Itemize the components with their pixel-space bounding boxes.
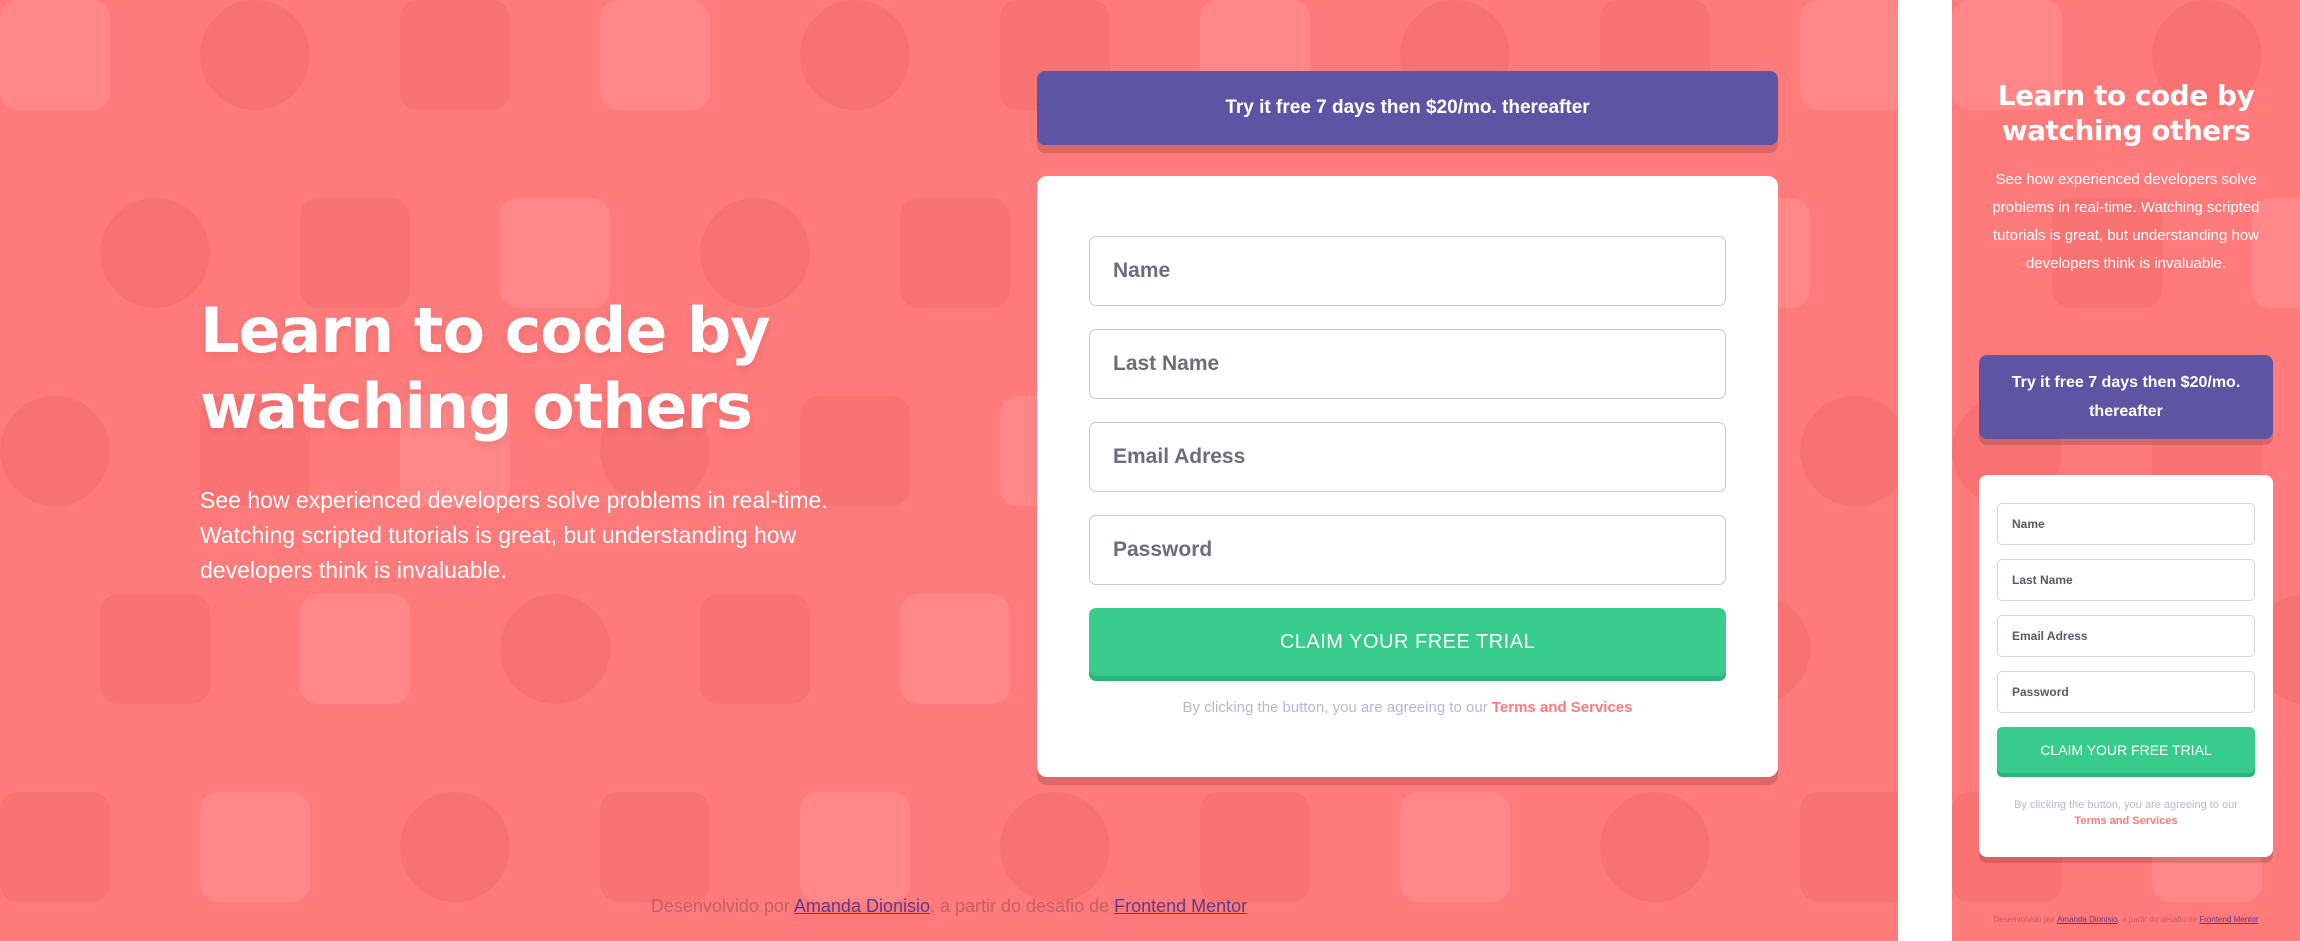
last-name-input[interactable] <box>1089 329 1726 399</box>
background-tile <box>400 0 510 110</box>
background-tile <box>1000 792 1110 902</box>
pricing-banner: Try it free 7 days then $20/mo. thereaft… <box>1037 71 1778 145</box>
hero-section: Learn to code by watching others See how… <box>200 293 880 588</box>
pricing-banner-mobile: Try it free 7 days then $20/mo. thereaft… <box>1979 355 2273 439</box>
background-tile <box>0 792 110 902</box>
terms-prefix-mobile: By clicking the button, you are agreeing… <box>2014 799 2238 811</box>
background-tile <box>600 792 710 902</box>
background-tile <box>1800 792 1898 902</box>
hero-title-mobile: Learn to code by watching others <box>1997 79 2255 147</box>
attribution-footer: Desenvolvido por Amanda Dionisio, a part… <box>0 896 1898 917</box>
background-tile <box>700 594 810 704</box>
background-tile <box>800 0 910 110</box>
hero-title: Learn to code by watching others <box>200 294 771 443</box>
background-tile <box>500 594 610 704</box>
background-tile <box>300 198 410 308</box>
background-tile <box>0 396 110 506</box>
background-tile <box>100 198 210 308</box>
background-tile <box>200 792 310 902</box>
claim-trial-button[interactable]: CLAIM YOUR FREE TRIAL <box>1089 608 1726 676</box>
background-tile <box>400 792 510 902</box>
desktop-view: Learn to code by watching others See how… <box>0 0 1898 941</box>
attribution-footer-mobile: Desenvolvido por Amanda Dionisio, a part… <box>1952 915 2300 924</box>
background-tile <box>100 594 210 704</box>
terms-link[interactable]: Terms and Services <box>1492 699 1633 716</box>
background-tile <box>1600 792 1710 902</box>
hero-description-mobile: See how experienced developers solve pro… <box>1992 171 2260 272</box>
signup-form-mobile: CLAIM YOUR FREE TRIAL By clicking the bu… <box>1979 475 2273 857</box>
name-input-mobile[interactable] <box>1997 503 2255 545</box>
hero-section-mobile: Learn to code by watching others See how… <box>1978 78 2274 278</box>
name-input[interactable] <box>1089 236 1726 306</box>
background-tile <box>300 594 410 704</box>
pricing-banner-text-mobile: Try it free 7 days then $20/mo. thereaft… <box>2011 374 2241 420</box>
terms-link-mobile[interactable]: Terms and Services <box>2074 815 2177 827</box>
background-tile <box>1800 0 1898 110</box>
last-name-input-mobile[interactable] <box>1997 559 2255 601</box>
terms-notice: By clicking the button, you are agreeing… <box>1089 699 1726 716</box>
footer-prefix-mobile: Desenvolvido por <box>1993 915 2058 924</box>
claim-trial-button-mobile[interactable]: CLAIM YOUR FREE TRIAL <box>1997 727 2255 773</box>
mobile-view: Learn to code by watching others See how… <box>1952 0 2300 941</box>
background-tile <box>0 0 110 110</box>
background-tile <box>1400 792 1510 902</box>
email-input-mobile[interactable] <box>1997 615 2255 657</box>
author-link-mobile[interactable]: Amanda Dionisio <box>2057 915 2117 924</box>
background-tile <box>900 198 1010 308</box>
background-tile <box>200 0 310 110</box>
hero-description: See how experienced developers solve pro… <box>200 487 828 583</box>
author-link[interactable]: Amanda Dionisio <box>794 896 930 916</box>
background-tile <box>500 198 610 308</box>
email-input[interactable] <box>1089 422 1726 492</box>
background-tile <box>600 0 710 110</box>
terms-prefix: By clicking the button, you are agreeing… <box>1182 699 1492 716</box>
password-input[interactable] <box>1089 515 1726 585</box>
footer-middle-mobile: , a partir do desafio de <box>2117 915 2200 924</box>
footer-middle: , a partir do desafio de <box>929 896 1115 916</box>
footer-prefix: Desenvolvido por <box>650 896 794 916</box>
pricing-banner-text: Try it free 7 days then $20/mo. thereaft… <box>1225 97 1590 118</box>
frontend-mentor-link-mobile[interactable]: Frontend Mentor <box>2199 915 2258 924</box>
background-tile <box>800 792 910 902</box>
terms-notice-mobile: By clicking the button, you are agreeing… <box>1997 797 2255 829</box>
background-tile <box>1800 396 1898 506</box>
background-tile <box>900 594 1010 704</box>
frontend-mentor-link[interactable]: Frontend Mentor <box>1114 896 1247 916</box>
background-tile <box>1200 792 1310 902</box>
signup-form: CLAIM YOUR FREE TRIAL By clicking the bu… <box>1037 176 1778 777</box>
background-tile <box>700 198 810 308</box>
password-input-mobile[interactable] <box>1997 671 2255 713</box>
